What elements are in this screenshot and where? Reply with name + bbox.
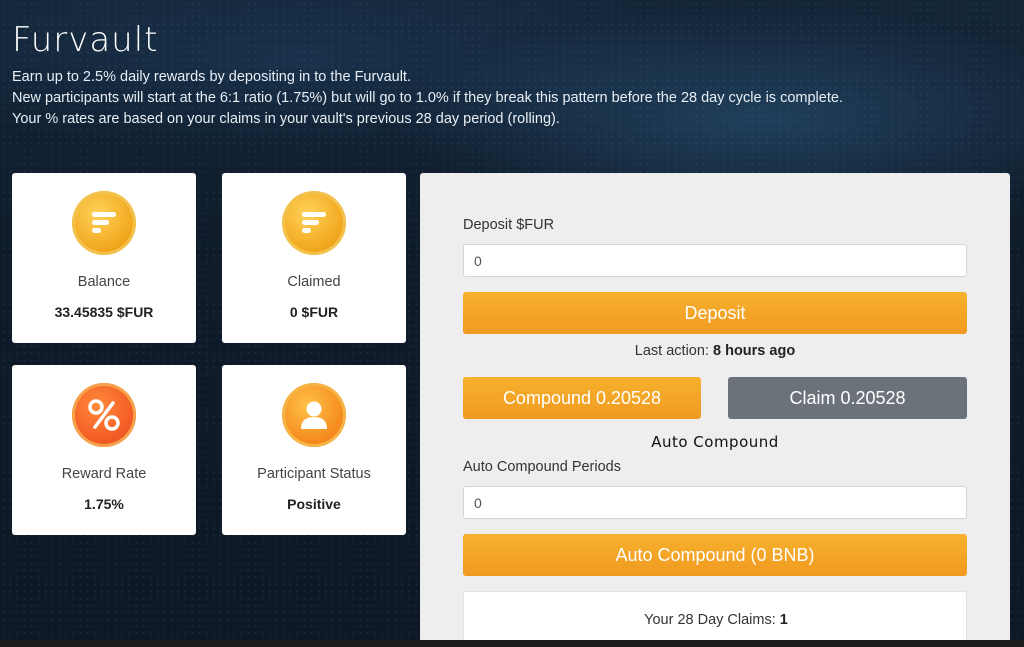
last-action: Last action: 8 hours ago bbox=[463, 343, 967, 359]
claimed-card: Claimed 0 $FUR bbox=[222, 173, 406, 343]
balance-value: 33.45835 $FUR bbox=[54, 304, 154, 320]
balance-card: Balance 33.45835 $FUR bbox=[12, 173, 196, 343]
intro-line: Your % rates are based on your claims in… bbox=[12, 111, 560, 127]
intro-line: New participants will start at the 6:1 r… bbox=[12, 90, 843, 106]
auto-compound-title: Auto Compound bbox=[651, 433, 779, 451]
reward-rate-label: Reward Rate bbox=[61, 466, 147, 482]
claimed-label: Claimed bbox=[287, 274, 341, 290]
deposit-input[interactable] bbox=[463, 244, 967, 277]
page: Furvault Earn up to 2.5% daily rewards b… bbox=[0, 0, 1024, 647]
vault-panel: Deposit $FUR Deposit Last action: 8 hour… bbox=[420, 173, 1010, 647]
claims-summary: Your 28 Day Claims: 1 bbox=[463, 591, 967, 647]
claimed-value: 0 $FUR bbox=[289, 304, 339, 320]
intro-text: Earn up to 2.5% daily rewards by deposit… bbox=[12, 67, 1012, 130]
participant-status-card: Participant Status Positive bbox=[222, 365, 406, 535]
furfi-coin-icon bbox=[282, 191, 346, 255]
taskbar-strip bbox=[0, 640, 1024, 647]
compound-button[interactable]: Compound 0.20528 bbox=[463, 377, 701, 419]
deposit-button[interactable]: Deposit bbox=[463, 292, 967, 334]
reward-rate-value: 1.75% bbox=[84, 496, 124, 512]
percent-icon bbox=[72, 383, 136, 447]
participant-status-value: Positive bbox=[287, 496, 341, 512]
claims-label: Your 28 Day Claims: bbox=[644, 612, 776, 628]
furfi-coin-icon bbox=[72, 191, 136, 255]
user-icon bbox=[282, 383, 346, 447]
auto-compound-periods-input[interactable] bbox=[463, 486, 967, 519]
claim-button[interactable]: Claim 0.20528 bbox=[728, 377, 967, 419]
deposit-label: Deposit $FUR bbox=[463, 217, 555, 233]
claims-value: 1 bbox=[779, 612, 788, 628]
balance-label: Balance bbox=[77, 274, 131, 290]
last-action-value: 8 hours ago bbox=[713, 343, 796, 359]
logo: Furvault bbox=[12, 20, 159, 60]
last-action-label: Last action: bbox=[634, 343, 709, 359]
auto-compound-periods-label: Auto Compound Periods bbox=[463, 459, 621, 475]
intro-line: Earn up to 2.5% daily rewards by deposit… bbox=[12, 69, 411, 85]
claims-text: Your 28 Day Claims: 1 bbox=[464, 612, 968, 628]
participant-status-label: Participant Status bbox=[257, 466, 371, 482]
auto-compound-button[interactable]: Auto Compound (0 BNB) bbox=[463, 534, 967, 576]
reward-rate-card: Reward Rate 1.75% bbox=[12, 365, 196, 535]
